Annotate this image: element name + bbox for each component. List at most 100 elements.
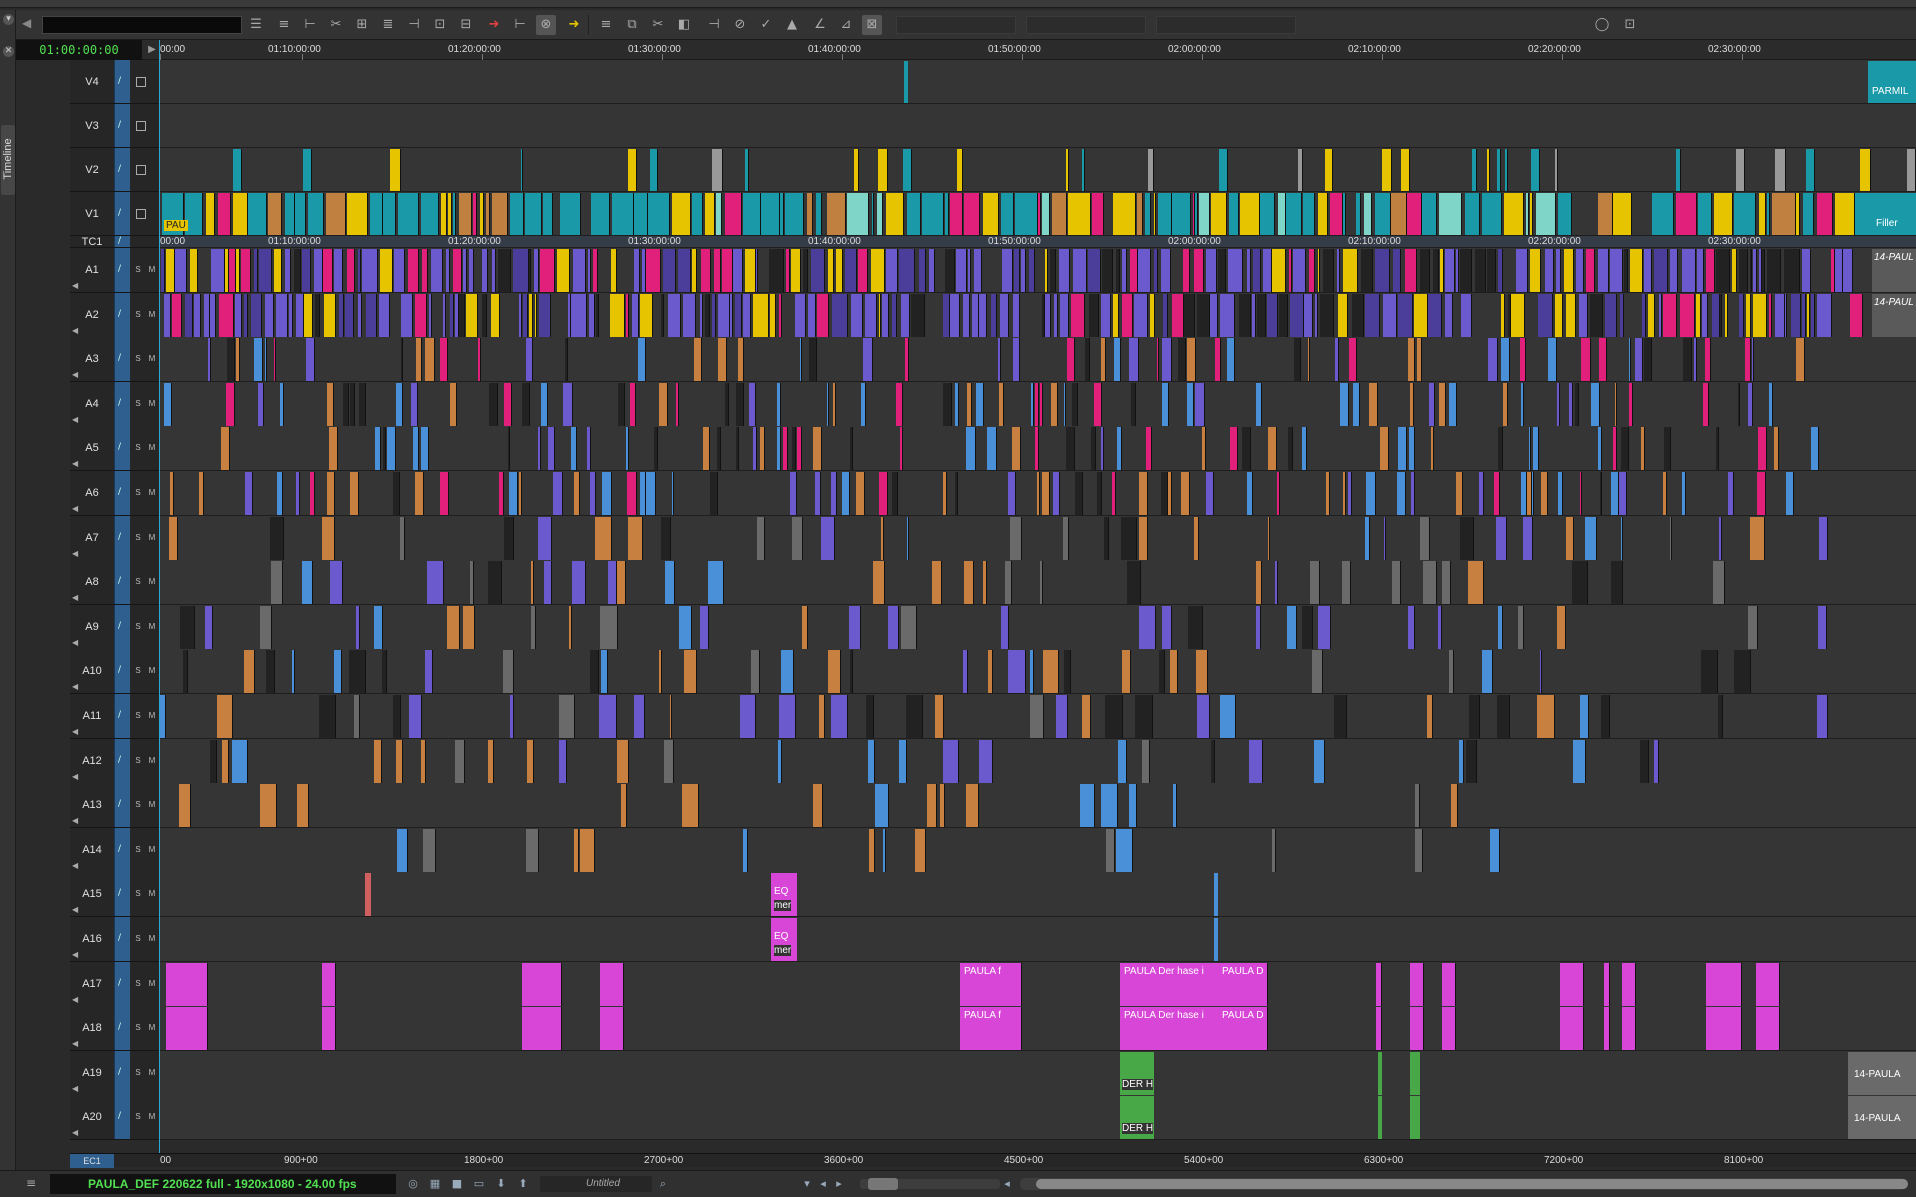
clip[interactable] bbox=[1310, 561, 1320, 604]
clip[interactable] bbox=[1611, 561, 1624, 604]
clip[interactable] bbox=[714, 249, 722, 292]
track-header-a1[interactable]: A1/S M ◀ bbox=[70, 248, 160, 293]
track-name[interactable]: V2 bbox=[70, 148, 114, 191]
clip[interactable] bbox=[1610, 472, 1620, 515]
clip[interactable] bbox=[878, 149, 889, 191]
clip[interactable] bbox=[498, 249, 511, 292]
clip[interactable] bbox=[1482, 193, 1503, 235]
clip[interactable] bbox=[1325, 149, 1333, 191]
clip[interactable] bbox=[1219, 294, 1235, 337]
clip[interactable] bbox=[679, 606, 693, 649]
clip[interactable] bbox=[1415, 784, 1421, 827]
clip[interactable] bbox=[1116, 427, 1123, 470]
clip[interactable] bbox=[399, 517, 405, 560]
clip[interactable] bbox=[1063, 650, 1071, 693]
clip[interactable] bbox=[895, 383, 904, 426]
clip[interactable] bbox=[205, 606, 213, 649]
clip[interactable] bbox=[610, 294, 625, 337]
speaker-icon[interactable]: ◀ bbox=[72, 281, 78, 290]
clip[interactable] bbox=[1466, 740, 1478, 783]
clip[interactable] bbox=[1272, 829, 1276, 872]
clip[interactable] bbox=[487, 740, 495, 783]
track-selector[interactable]: / bbox=[114, 1006, 130, 1050]
clip[interactable] bbox=[942, 740, 960, 783]
music-clip[interactable] bbox=[1622, 963, 1636, 1006]
solo-button[interactable]: S bbox=[132, 309, 144, 321]
clip[interactable] bbox=[1518, 606, 1524, 649]
music-clip[interactable] bbox=[1410, 1007, 1424, 1050]
clip[interactable] bbox=[1271, 249, 1286, 292]
clip[interactable] bbox=[1298, 149, 1303, 191]
clip[interactable] bbox=[163, 294, 171, 337]
clip[interactable] bbox=[1766, 249, 1782, 292]
clip[interactable] bbox=[1598, 427, 1602, 470]
clip[interactable] bbox=[705, 193, 715, 235]
clip[interactable] bbox=[873, 561, 885, 604]
clip[interactable] bbox=[791, 517, 804, 560]
clip[interactable] bbox=[871, 249, 885, 292]
clip[interactable] bbox=[753, 294, 769, 337]
music-clip[interactable] bbox=[166, 1007, 208, 1050]
clip[interactable] bbox=[1818, 517, 1829, 560]
clip[interactable] bbox=[692, 193, 704, 235]
clip[interactable] bbox=[1681, 249, 1697, 292]
speaker-icon[interactable]: ◀ bbox=[72, 816, 78, 825]
clip[interactable] bbox=[1762, 249, 1765, 292]
clip[interactable] bbox=[833, 383, 836, 426]
clip[interactable] bbox=[537, 427, 542, 470]
clip[interactable] bbox=[409, 695, 422, 738]
zoom-slider-thumb[interactable] bbox=[868, 1178, 898, 1190]
clip[interactable] bbox=[1289, 249, 1293, 292]
clip[interactable] bbox=[1558, 472, 1563, 515]
clip[interactable] bbox=[353, 695, 360, 738]
clip[interactable] bbox=[440, 472, 450, 515]
clip[interactable] bbox=[1263, 249, 1272, 292]
clip[interactable] bbox=[1021, 249, 1026, 292]
clip[interactable] bbox=[1600, 695, 1610, 738]
clip[interactable] bbox=[1167, 472, 1173, 515]
clip[interactable] bbox=[634, 193, 648, 235]
flip-icon[interactable]: ⊿ bbox=[836, 15, 856, 35]
mute-button[interactable]: M bbox=[146, 710, 158, 722]
clip[interactable] bbox=[1676, 193, 1698, 235]
clip[interactable] bbox=[1131, 383, 1136, 426]
clip[interactable] bbox=[346, 193, 369, 235]
clip[interactable] bbox=[785, 249, 790, 292]
clip[interactable] bbox=[1676, 149, 1681, 191]
clip[interactable] bbox=[1195, 383, 1206, 426]
clip[interactable] bbox=[224, 249, 229, 292]
clip[interactable] bbox=[1456, 249, 1459, 292]
clip[interactable] bbox=[1654, 249, 1669, 292]
clip[interactable] bbox=[658, 650, 662, 693]
clip[interactable] bbox=[473, 193, 478, 235]
track-header-a9[interactable]: A9/S M ◀ bbox=[70, 605, 160, 650]
clip[interactable] bbox=[639, 294, 653, 337]
clip[interactable] bbox=[1343, 193, 1346, 235]
clip[interactable] bbox=[481, 249, 489, 292]
clip[interactable] bbox=[926, 784, 937, 827]
clip[interactable] bbox=[229, 249, 237, 292]
clip[interactable] bbox=[1363, 193, 1373, 235]
clip[interactable] bbox=[1142, 740, 1150, 783]
clip[interactable] bbox=[374, 740, 382, 783]
clip[interactable] bbox=[1112, 294, 1119, 337]
clip[interactable] bbox=[745, 249, 756, 292]
clip[interactable] bbox=[1171, 193, 1192, 235]
clip[interactable] bbox=[1486, 149, 1490, 191]
clip[interactable] bbox=[756, 249, 759, 292]
clip[interactable] bbox=[1397, 472, 1406, 515]
clip[interactable] bbox=[1806, 294, 1811, 337]
clip[interactable] bbox=[448, 193, 452, 235]
clip[interactable] bbox=[1429, 383, 1436, 426]
clip[interactable] bbox=[1529, 427, 1532, 470]
speaker-icon[interactable]: ◀ bbox=[72, 1128, 78, 1137]
track-selector[interactable]: / bbox=[114, 872, 130, 916]
clip[interactable] bbox=[534, 294, 537, 337]
clip[interactable] bbox=[1038, 193, 1042, 235]
clip[interactable] bbox=[389, 149, 402, 191]
clip[interactable] bbox=[1014, 193, 1039, 235]
clip[interactable] bbox=[898, 249, 915, 292]
solo-button[interactable]: S bbox=[132, 353, 144, 365]
clip[interactable] bbox=[217, 193, 232, 235]
clip[interactable] bbox=[394, 249, 405, 292]
